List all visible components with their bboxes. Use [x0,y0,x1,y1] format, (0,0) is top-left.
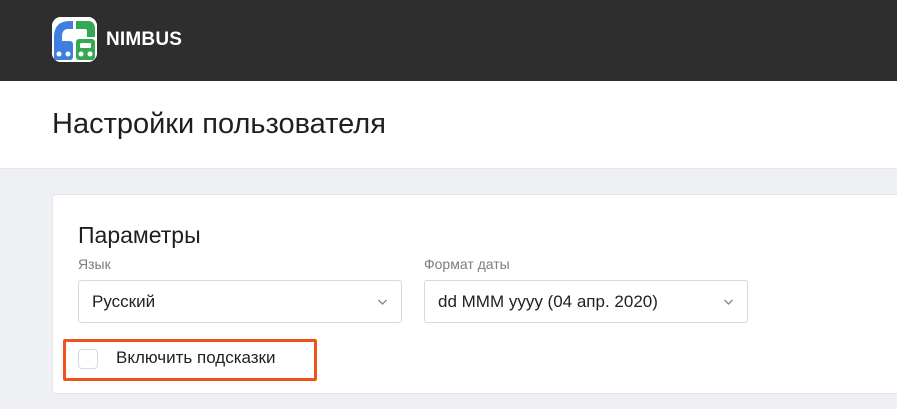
page-header: Настройки пользователя [0,81,897,169]
section-title: Параметры [78,222,201,248]
nimbus-logo-icon[interactable] [52,17,97,62]
chevron-down-icon [724,299,733,305]
language-select-value: Русский [92,292,156,311]
date-format-label: Формат даты [424,256,510,272]
page-title: Настройки пользователя [52,108,386,140]
top-navigation-bar: NIMBUS [0,0,897,81]
chevron-down-icon [378,299,387,305]
date-format-select-value: dd MMM yyyy (04 апр. 2020) [438,292,658,311]
brand-name[interactable]: NIMBUS [106,29,182,51]
hints-checkbox[interactable] [78,349,98,369]
language-select[interactable]: Русский [78,280,402,323]
date-format-select[interactable]: dd MMM yyyy (04 апр. 2020) [424,280,748,323]
language-label: Язык [78,256,111,272]
hints-checkbox-label[interactable]: Включить подсказки [116,348,276,368]
